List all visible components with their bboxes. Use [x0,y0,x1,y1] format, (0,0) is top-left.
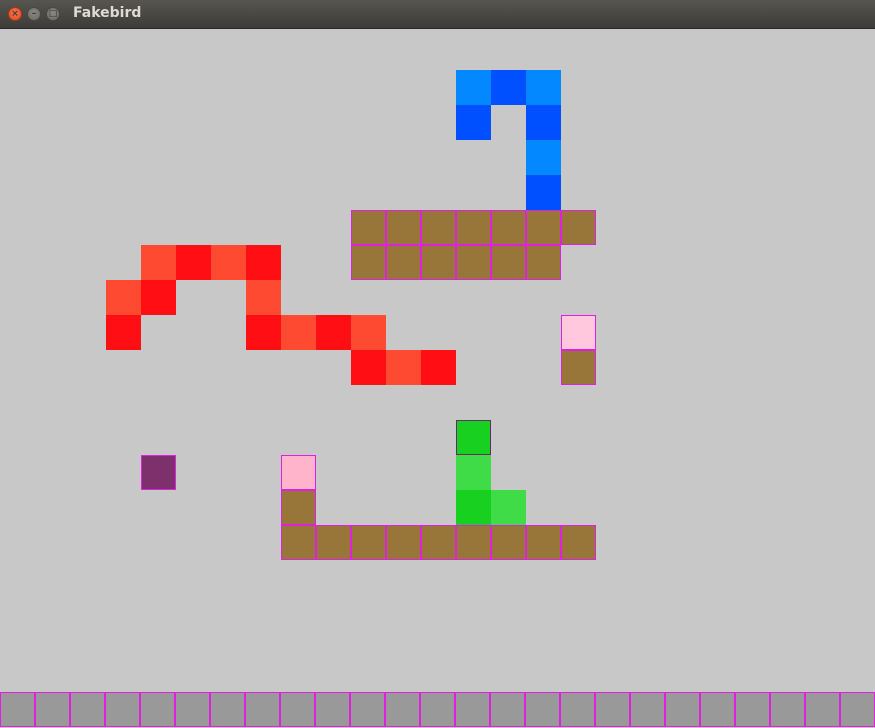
red-snake-segment [421,350,456,385]
dirt-tile [351,245,386,280]
ground-tile [770,692,805,727]
dirt-tile [561,350,596,385]
ground-tile [630,692,665,727]
dirt-tile [421,210,456,245]
red-snake-segment [351,350,386,385]
ground-tile [210,692,245,727]
green-snake-segment [456,455,491,490]
red-snake-segment [386,350,421,385]
red-snake-segment [281,315,316,350]
green-snake-segment [491,490,526,525]
ground-tile [280,692,315,727]
ground-tile [105,692,140,727]
dirt-tile [316,525,351,560]
dirt-tile [386,210,421,245]
dirt-tile [456,210,491,245]
close-icon[interactable]: × [8,7,22,21]
ground-tile [595,692,630,727]
ground-tile [455,692,490,727]
red-snake-segment [106,280,141,315]
ground-tile [385,692,420,727]
red-snake-segment [316,315,351,350]
red-snake-segment [351,315,386,350]
dirt-tile [351,210,386,245]
red-snake-segment [211,245,246,280]
dirt-tile [386,245,421,280]
ground-tile [735,692,770,727]
red-snake-segment [141,245,176,280]
fruit [561,315,596,350]
dirt-tile [386,525,421,560]
dirt-tile [421,525,456,560]
green-snake-head [456,420,491,455]
ground-tile [70,692,105,727]
game-board[interactable] [0,29,875,728]
ground-tile [35,692,70,727]
ground-tile [420,692,455,727]
blue-snake-segment [491,70,526,105]
red-snake-segment [141,280,176,315]
ground-tile [805,692,840,727]
green-snake-segment [456,490,491,525]
window-title: Fakebird [73,5,142,21]
red-snake-segment [246,245,281,280]
dirt-tile [456,245,491,280]
ground-tile [350,692,385,727]
red-snake-segment [176,245,211,280]
blue-snake-segment [526,70,561,105]
dirt-tile [281,490,316,525]
dirt-tile [561,525,596,560]
ground-tile [175,692,210,727]
red-snake-segment [106,315,141,350]
dirt-tile [491,245,526,280]
dirt-tile [351,525,386,560]
dirt-tile [491,210,526,245]
ground-tile [245,692,280,727]
ground-tile [490,692,525,727]
ground-tile [840,692,875,727]
dirt-tile [491,525,526,560]
dirt-tile [526,245,561,280]
red-snake-segment [246,315,281,350]
dirt-tile [281,525,316,560]
ground-tile [665,692,700,727]
dirt-tile [561,210,596,245]
blue-snake-segment [526,105,561,140]
ground-tile [140,692,175,727]
maximize-icon[interactable]: □ [46,7,60,21]
fruit [281,455,316,490]
blue-snake-segment [526,140,561,175]
dirt-tile [526,525,561,560]
blue-snake-segment [456,105,491,140]
dirt-tile [456,525,491,560]
window-titlebar: × – □ Fakebird [0,0,875,29]
blue-snake-segment [456,70,491,105]
dirt-tile [421,245,456,280]
minimize-icon[interactable]: – [27,7,41,21]
exit-portal [141,455,176,490]
ground-tile [0,692,35,727]
ground-tile [700,692,735,727]
dirt-tile [526,210,561,245]
blue-snake-segment [526,175,561,210]
red-snake-segment [246,280,281,315]
ground-tile [525,692,560,727]
ground-tile [560,692,595,727]
ground-tile [315,692,350,727]
